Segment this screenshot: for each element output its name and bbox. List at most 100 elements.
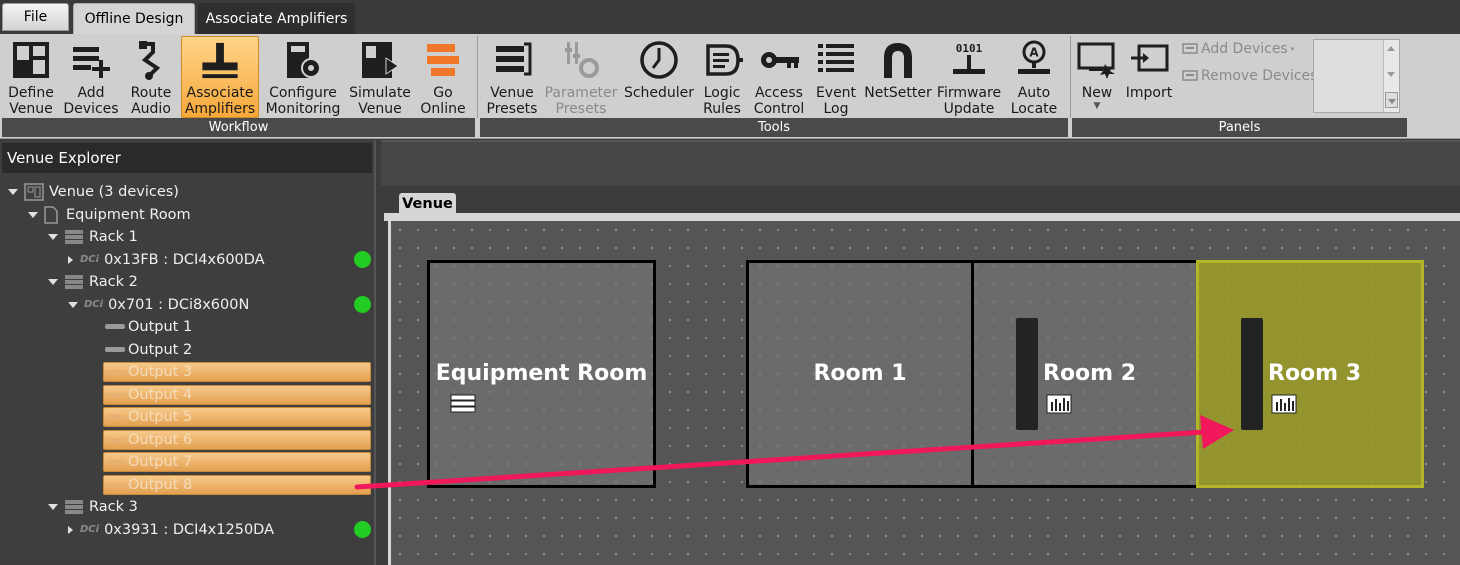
remove-devices-panel-label: Remove Devices [1201,68,1318,84]
venue-design-canvas[interactable]: Equipment Room Room 1 Room 2 Room 3 [388,221,1460,565]
go-online-icon [427,44,459,76]
tree-node-output-5[interactable]: Output 5 [103,407,371,427]
device-3-status-indicator [354,521,371,538]
go-online-label: Go Online [420,85,466,117]
tree-node-output-6[interactable]: Output 6 [103,430,371,450]
scroll-down-icon[interactable] [1387,72,1395,77]
add-devices-label: Add Devices [63,85,119,117]
tools-group: Venue Presets Parameter Presets Schedule… [480,34,1068,138]
output-icon [105,347,125,352]
tree-node-venue[interactable]: Venue (3 devices) [8,181,179,203]
panel-gallery-list[interactable] [1313,39,1400,113]
tree-node-rack-2[interactable]: Rack 2 [48,271,138,293]
scroll-up-icon[interactable] [1387,46,1395,51]
auto-locate-button[interactable]: A Auto Locate [1004,36,1064,118]
collapse-arrow-icon[interactable] [48,279,58,285]
scheduler-label: Scheduler [623,85,695,101]
add-devices-panel-button[interactable]: Add Devices ▾ [1182,41,1294,57]
room-2[interactable]: Room 2 [971,260,1199,488]
room-3-label: Room 3 [1268,361,1362,386]
speaker-icon[interactable] [1241,318,1263,430]
go-online-button[interactable]: Go Online [414,36,472,118]
amplifier-meter-icon[interactable] [1271,394,1297,414]
speaker-icon[interactable] [1016,318,1038,430]
room-3[interactable]: Room 3 [1196,260,1424,488]
route-audio-button[interactable]: Route Audio [122,36,180,118]
route-audio-label: Route Audio [130,85,172,117]
amplifier-meter-icon[interactable] [1046,394,1072,414]
document-tab-underline [384,213,1460,221]
panel-gallery-scrollbar[interactable] [1383,40,1399,112]
venue-explorer-panel: Venue Explorer Venue (3 devices) Equipme… [0,140,376,565]
remove-devices-panel-button[interactable]: Remove Devices ▾ [1182,68,1324,84]
canvas-toolbar [381,140,1460,186]
import-panel-button[interactable]: Import [1122,36,1176,118]
room-1[interactable]: Room 1 [746,260,974,488]
netsetter-button[interactable]: NetSetter [864,36,932,118]
tree-node-output-7[interactable]: Output 7 [103,452,371,472]
scheduler-clock-icon [640,41,678,79]
venue-presets-button[interactable]: Venue Presets [482,36,542,118]
output-1-label: Output 1 [128,319,193,335]
scheduler-button[interactable]: Scheduler [624,36,694,118]
dci-device-icon: DCi [80,524,100,535]
output-7-label: Output 7 [128,454,193,470]
tree-node-output-8[interactable]: Output 8 [103,475,371,495]
tab-associate-amplifiers[interactable]: Associate Amplifiers [198,3,355,34]
collapse-arrow-icon[interactable] [48,504,58,510]
output-2-label: Output 2 [128,342,193,358]
device-2-label: 0x701 : DCi8x600N [108,297,250,313]
new-panel-icon [1077,42,1115,79]
tree-node-device-0x701[interactable]: DCi 0x701 : DCi8x600N [68,294,249,316]
tree-node-rack-1[interactable]: Rack 1 [48,226,138,248]
import-icon [1131,44,1169,72]
parameter-presets-label: Parameter Presets [544,85,618,117]
access-control-button[interactable]: Access Control [750,36,808,118]
firmware-update-button[interactable]: 0101 Firmware Update [936,36,1002,118]
tree-node-output-4[interactable]: Output 4 [103,385,371,405]
rack-icon[interactable] [450,394,476,414]
dci-device-icon: DCi [84,299,104,310]
event-log-label: Event Log [815,85,857,117]
tree-node-rack-3[interactable]: Rack 3 [48,496,138,518]
parameter-presets-button[interactable]: Parameter Presets [544,36,618,118]
define-venue-button[interactable]: Define Venue [2,36,60,118]
tab-offline-design[interactable]: Offline Design [73,3,195,34]
auto-locate-label: Auto Locate [1010,85,1058,117]
collapse-arrow-icon[interactable] [28,212,38,218]
simulate-venue-label: Simulate Venue [349,85,411,117]
associate-amplifiers-button[interactable]: Associate Amplifiers [181,36,259,118]
venue-explorer-title: Venue Explorer [2,143,372,173]
event-log-icon [818,44,854,72]
expand-arrow-icon[interactable] [68,526,73,534]
tree-node-device-0x13fb[interactable]: DCi 0x13FB : DCI4x600DA [68,249,265,271]
tree-node-output-1[interactable]: Output 1 [103,316,192,338]
configure-monitoring-icon [287,42,321,78]
simulate-venue-button[interactable]: Simulate Venue [348,36,412,118]
workflow-group: Define Venue Add Devices Route Audio Ass… [2,34,475,138]
tree-node-device-0x3931[interactable]: DCi 0x3931 : DCI4x1250DA [68,519,274,541]
new-panel-label: New [1081,85,1113,101]
event-log-button[interactable]: Event Log [810,36,862,118]
configure-monitoring-button[interactable]: Configure Monitoring [265,36,341,118]
tab-file[interactable]: File [2,3,69,31]
venue-icon [24,183,44,201]
expand-arrow-icon[interactable] [68,256,73,264]
collapse-arrow-icon[interactable] [68,302,78,308]
logic-rules-button[interactable]: Logic Rules [696,36,748,118]
remove-devices-small-icon [1182,70,1198,81]
dci-device-icon: DCi [80,254,100,265]
ribbon-separator [477,36,478,118]
collapse-arrow-icon[interactable] [8,189,18,195]
collapse-arrow-icon[interactable] [48,234,58,240]
gallery-expand-button[interactable] [1385,92,1398,108]
new-panel-button[interactable]: New ▼ [1074,36,1120,118]
tree-node-equipment-room[interactable]: Equipment Room [28,204,191,226]
add-devices-button[interactable]: Add Devices [62,36,120,118]
tab-venue[interactable]: Venue [399,193,456,215]
room-equipment-room-label: Equipment Room [435,361,648,386]
tree-node-output-2[interactable]: Output 2 [103,339,192,361]
room-equipment-room[interactable]: Equipment Room [427,260,656,488]
new-dropdown-arrow-icon[interactable]: ▼ [1094,101,1101,111]
tree-node-output-3[interactable]: Output 3 [103,362,371,382]
